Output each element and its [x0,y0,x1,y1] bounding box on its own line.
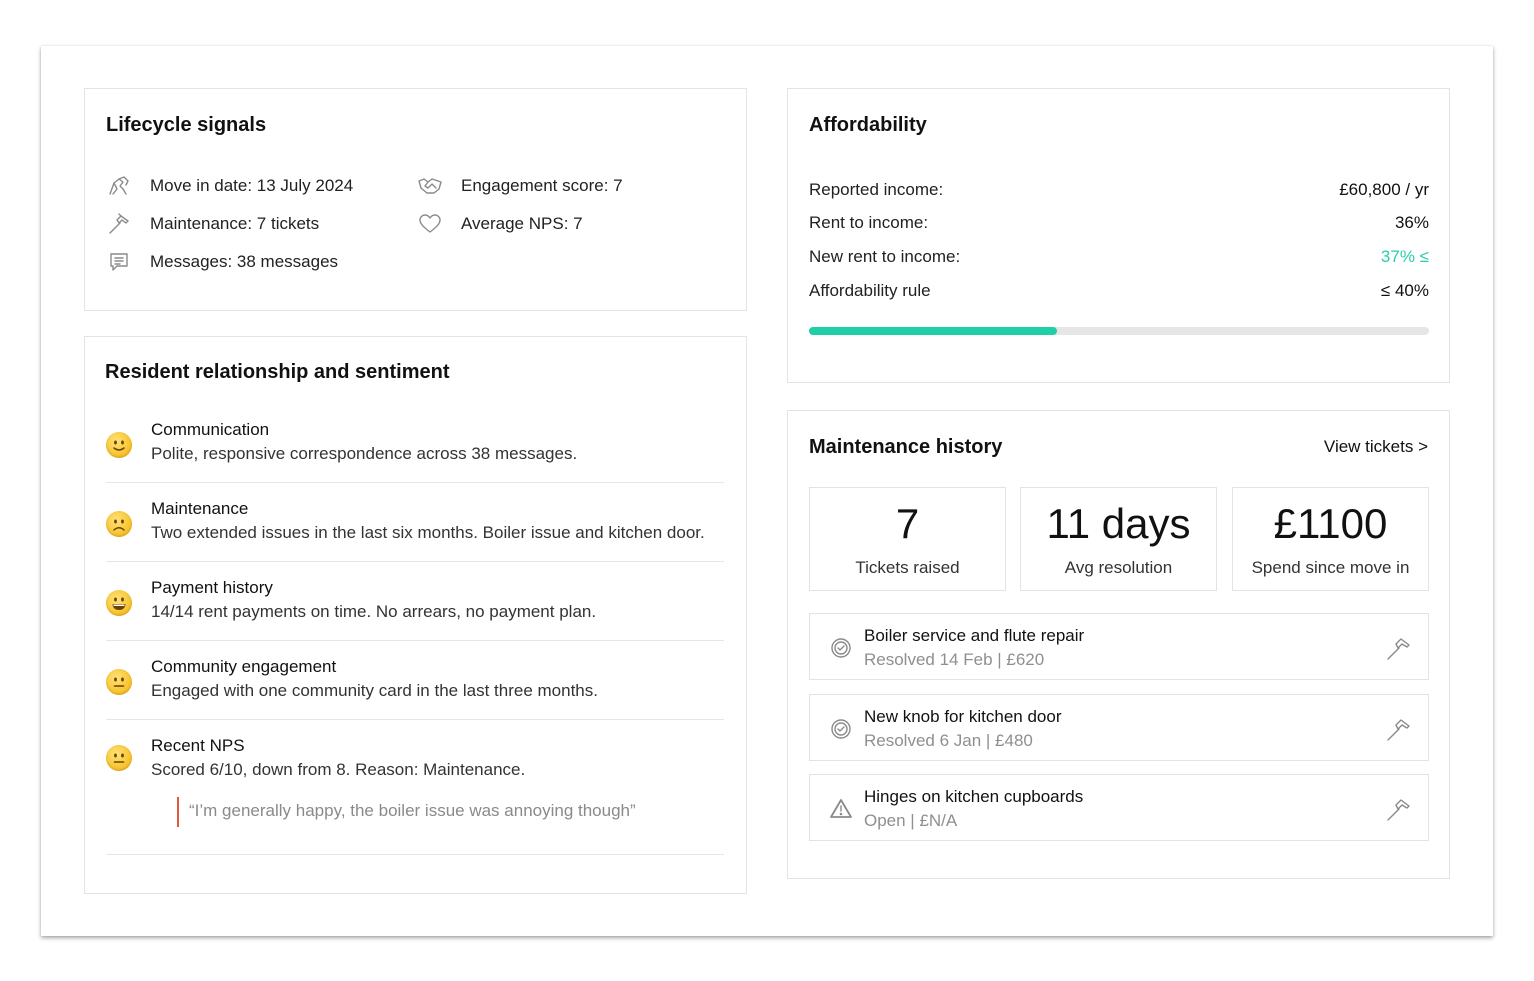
row-label: Affordability rule [809,281,931,300]
ticket-row[interactable]: Boiler service and flute repair Resolved… [809,613,1429,680]
ticket-status: Resolved 6 Jan | £480 [864,731,1033,750]
maintenance-history-card: Maintenance history View tickets > 7 Tic… [787,410,1450,879]
sentiment-row-community: Community engagement Engaged with one co… [106,656,724,720]
hammer-icon [1387,719,1410,741]
stat-label: Tickets raised [855,558,960,577]
signal-text: Average NPS: 7 [461,214,583,233]
row-value: £60,800 / yr [1339,180,1429,199]
row-label: Rent to income: [809,213,929,232]
signal-text: Engagement score: 7 [461,176,623,195]
ticket-row[interactable]: New knob for kitchen door Resolved 6 Jan… [809,694,1429,761]
sentiment-row-recent-nps: Recent NPS Scored 6/10, down from 8. Rea… [106,735,724,855]
signal-nps: Average NPS: 7 [417,212,583,236]
stat-value: 7 [895,500,920,547]
resident-relationship-card: Resident relationship and sentiment Comm… [84,336,747,894]
stat-avg-resolution: 11 days Avg resolution [1020,487,1217,591]
signal-text: Move in date: 13 July 2024 [150,176,354,195]
affordability-row-income: Reported income: £60,800 / yr [809,180,1429,200]
stat-value: 11 days [1046,500,1191,547]
progress-fill [809,327,1057,335]
ticket-row[interactable]: Hinges on kitchen cupboards Open | £N/A [809,774,1429,841]
sentiment-row-communication: Communication Polite, responsive corresp… [106,419,724,483]
sentiment-row-maintenance: Maintenance Two extended issues in the l… [106,498,724,562]
sentiment-heading: Community engagement [151,657,337,676]
row-label: Reported income: [809,180,944,199]
engagement-handshake-icon [417,174,443,198]
lifecycle-signals-card: Lifecycle signals Move in date: 13 July … [84,88,747,311]
row-label: New rent to income: [809,247,961,266]
stat-label: Avg resolution [1064,558,1173,577]
sentiment-detail: Scored 6/10, down from 8. Reason: Mainte… [151,760,526,779]
maintenance-hammer-icon [106,212,132,236]
card-title: Resident relationship and sentiment [105,361,450,383]
stat-tickets-raised: 7 Tickets raised [809,487,1006,591]
row-value: 36% [1394,213,1429,232]
slight-smile-emoji-icon [106,432,132,458]
neutral-emoji-icon [106,745,132,771]
stat-label: Spend since move in [1251,558,1410,577]
message-icon [106,250,132,274]
card-title: Maintenance history [809,436,1003,458]
sentiment-detail: Two extended issues in the last six mont… [151,523,705,542]
signal-messages: Messages: 38 messages [106,250,338,274]
affordability-row-rule: Affordability rule ≤ 40% [809,281,1429,301]
affordability-card: Affordability Reported income: £60,800 /… [787,88,1450,383]
view-tickets-link[interactable]: View tickets > [1324,437,1428,457]
hammer-icon [1387,638,1410,660]
grin-emoji-icon [106,590,132,616]
hammer-icon [1387,799,1410,821]
sentiment-row-payment: Payment history 14/14 rent payments on t… [106,577,724,641]
neutral-emoji-icon [106,669,132,695]
ticket-status: Resolved 14 Feb | £620 [864,650,1045,669]
card-title: Lifecycle signals [106,114,267,136]
affordability-row-rent-to-income: Rent to income: 36% [809,213,1429,233]
signal-text: Maintenance: 7 tickets [150,214,320,233]
ticket-title: New knob for kitchen door [864,707,1062,726]
stat-value: £1100 [1273,500,1388,547]
resolved-check-icon [831,719,851,739]
affordability-row-new-rent-to-income: New rent to income: 37% ≤ [809,247,1429,267]
signal-maintenance: Maintenance: 7 tickets [106,212,319,236]
ticket-status: Open | £N/A [864,811,958,830]
row-value: 37% ≤ [1380,247,1429,266]
sentiment-detail: Polite, responsive correspondence across… [151,444,578,463]
frown-emoji-icon [106,511,132,537]
signal-text: Messages: 38 messages [150,252,339,271]
affordability-progress-bar [809,327,1429,335]
stat-spend: £1100 Spend since move in [1232,487,1429,591]
nps-quote: “I’m generally happy, the boiler issue w… [177,797,636,827]
sentiment-heading: Recent NPS [151,736,245,755]
ticket-title: Hinges on kitchen cupboards [864,787,1084,806]
card-title: Affordability [809,114,927,136]
ticket-title: Boiler service and flute repair [864,626,1085,645]
sentiment-heading: Maintenance [151,499,249,518]
heart-icon [417,212,443,236]
signal-move-in: Move in date: 13 July 2024 [106,174,353,198]
sentiment-detail: 14/14 rent payments on time. No arrears,… [151,602,597,621]
sentiment-heading: Payment history [151,578,273,597]
sentiment-heading: Communication [151,420,270,439]
sentiment-detail: Engaged with one community card in the l… [151,681,598,700]
move-in-icon [106,174,132,198]
signal-engagement: Engagement score: 7 [417,174,623,198]
resolved-check-icon [831,638,851,658]
row-value: ≤ 40% [1380,281,1429,300]
warning-triangle-icon [830,799,852,818]
